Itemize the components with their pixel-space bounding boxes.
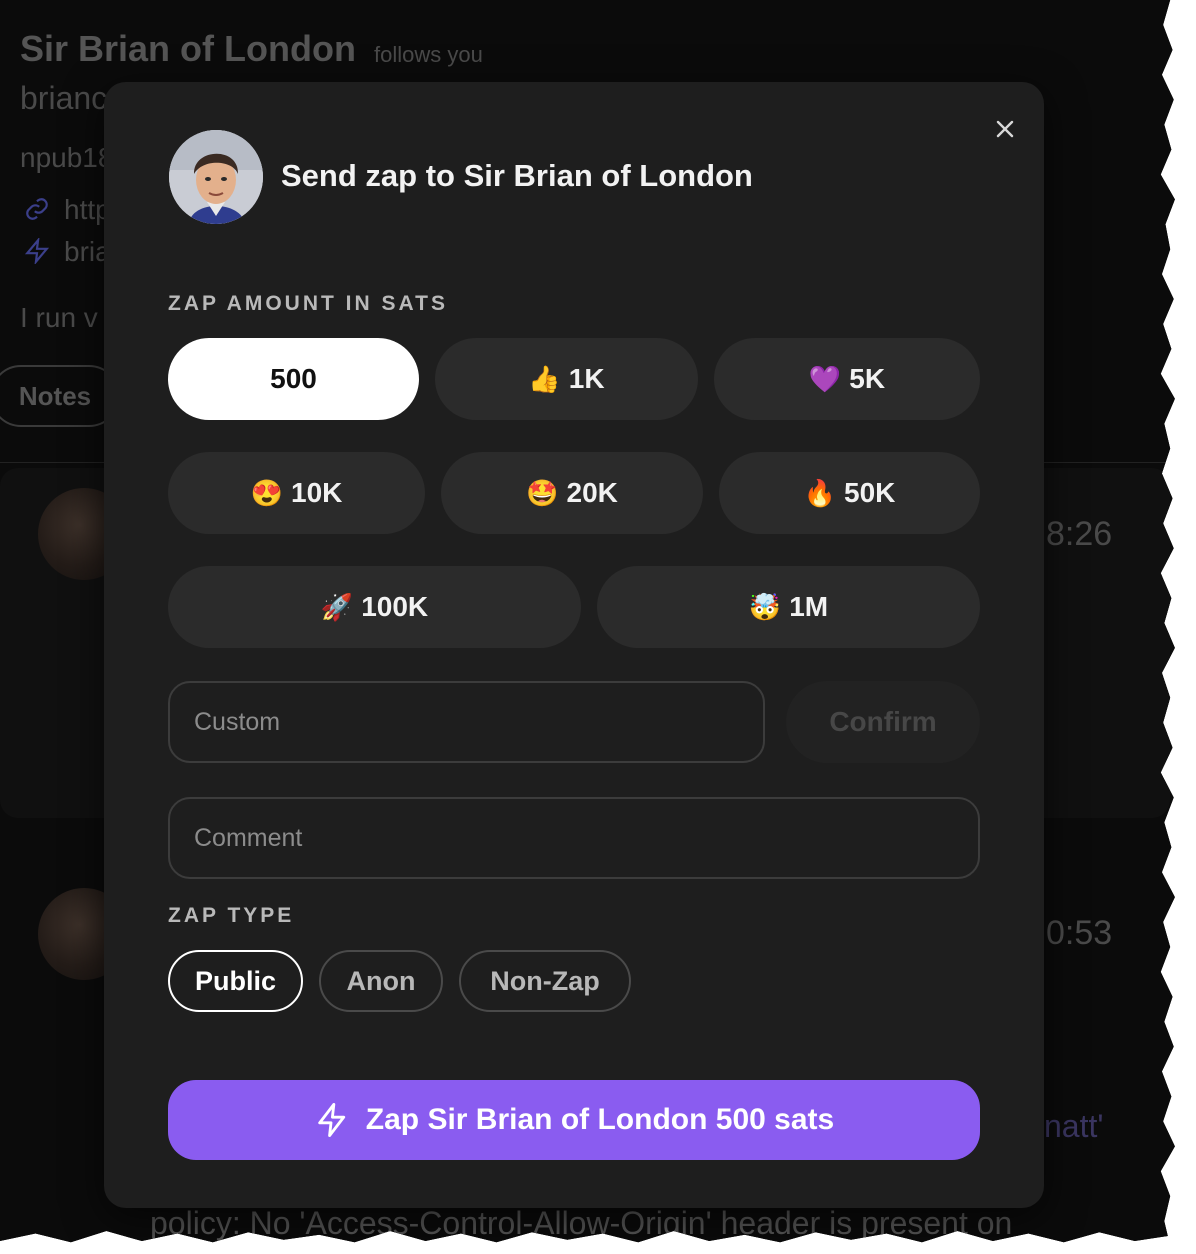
amount-20k-button[interactable]: 🤩 20K <box>441 452 703 534</box>
amount-5k-button[interactable]: 💜 5K <box>714 338 980 420</box>
close-icon <box>996 120 1014 138</box>
confirm-button[interactable]: Confirm <box>786 681 980 763</box>
note-timestamp: 8:26 <box>1046 515 1113 553</box>
amount-500-button[interactable]: 500 <box>168 338 419 420</box>
note-error-text: policy: No 'Access-Control-Allow-Origin'… <box>150 1205 1013 1241</box>
amount-label: 100K <box>361 591 429 622</box>
heart-eyes-icon: 😍 <box>250 478 283 508</box>
profile-npub: npub18 <box>20 142 114 173</box>
zap-submit-label: Zap Sir Brian of London 500 sats <box>365 1103 835 1136</box>
modal-title: Send zap to Sir Brian of London <box>281 158 753 193</box>
follows-you-label: follows you <box>374 42 483 67</box>
screenshot-frame: Sir Brian of London follows you brianc n… <box>0 0 1175 1243</box>
custom-amount-input[interactable] <box>168 681 765 763</box>
amount-label: 5K <box>849 363 886 394</box>
mind-blown-icon: 🤯 <box>748 592 782 622</box>
link-icon <box>26 198 48 220</box>
amount-10k-button[interactable]: 😍 10K <box>168 452 425 534</box>
zap-amount-label: ZAP AMOUNT IN SATS <box>168 292 448 315</box>
star-struck-icon: 🤩 <box>526 478 559 508</box>
zap-type-label: ZAP TYPE <box>168 904 295 927</box>
amount-label: 1M <box>789 591 829 622</box>
amount-label: 500 <box>270 363 317 394</box>
amount-label: 10K <box>291 477 343 508</box>
profile-name: Sir Brian of London <box>20 28 356 69</box>
amount-100k-button[interactable]: 🚀 100K <box>168 566 581 648</box>
zap-type-anon-button[interactable]: Anon <box>319 950 443 1012</box>
zap-modal: Send zap to Sir Brian of London ZAP AMOU… <box>104 82 1044 1208</box>
note-timestamp: 0:53 <box>1046 914 1113 952</box>
zap-type-public-button[interactable]: Public <box>168 950 303 1012</box>
lightning-icon <box>318 1102 345 1137</box>
lightning-icon <box>24 238 50 264</box>
amount-50k-button[interactable]: 🔥 50K <box>719 452 980 534</box>
rocket-icon: 🚀 <box>320 592 354 622</box>
close-button[interactable] <box>990 114 1020 144</box>
profile-nip05: brianc <box>20 80 108 116</box>
avatar <box>169 130 263 224</box>
zap-type-non-zap-button[interactable]: Non-Zap <box>459 950 631 1012</box>
profile-about: I run v <box>20 302 98 333</box>
amount-label: 1K <box>568 363 605 394</box>
amount-label: 20K <box>566 477 618 508</box>
purple-heart-icon: 💜 <box>808 364 842 394</box>
tab-notes[interactable]: Notes <box>0 365 120 427</box>
note-text-fragment: natt' <box>1044 1108 1104 1144</box>
fire-icon: 🔥 <box>803 478 836 508</box>
zap-submit-button[interactable]: Zap Sir Brian of London 500 sats <box>168 1080 980 1160</box>
amount-1k-button[interactable]: 👍 1K <box>435 338 698 420</box>
thumbs-up-icon: 👍 <box>528 364 561 394</box>
amount-label: 50K <box>844 477 896 508</box>
amount-1m-button[interactable]: 🤯 1M <box>597 566 980 648</box>
comment-input[interactable] <box>168 797 980 879</box>
